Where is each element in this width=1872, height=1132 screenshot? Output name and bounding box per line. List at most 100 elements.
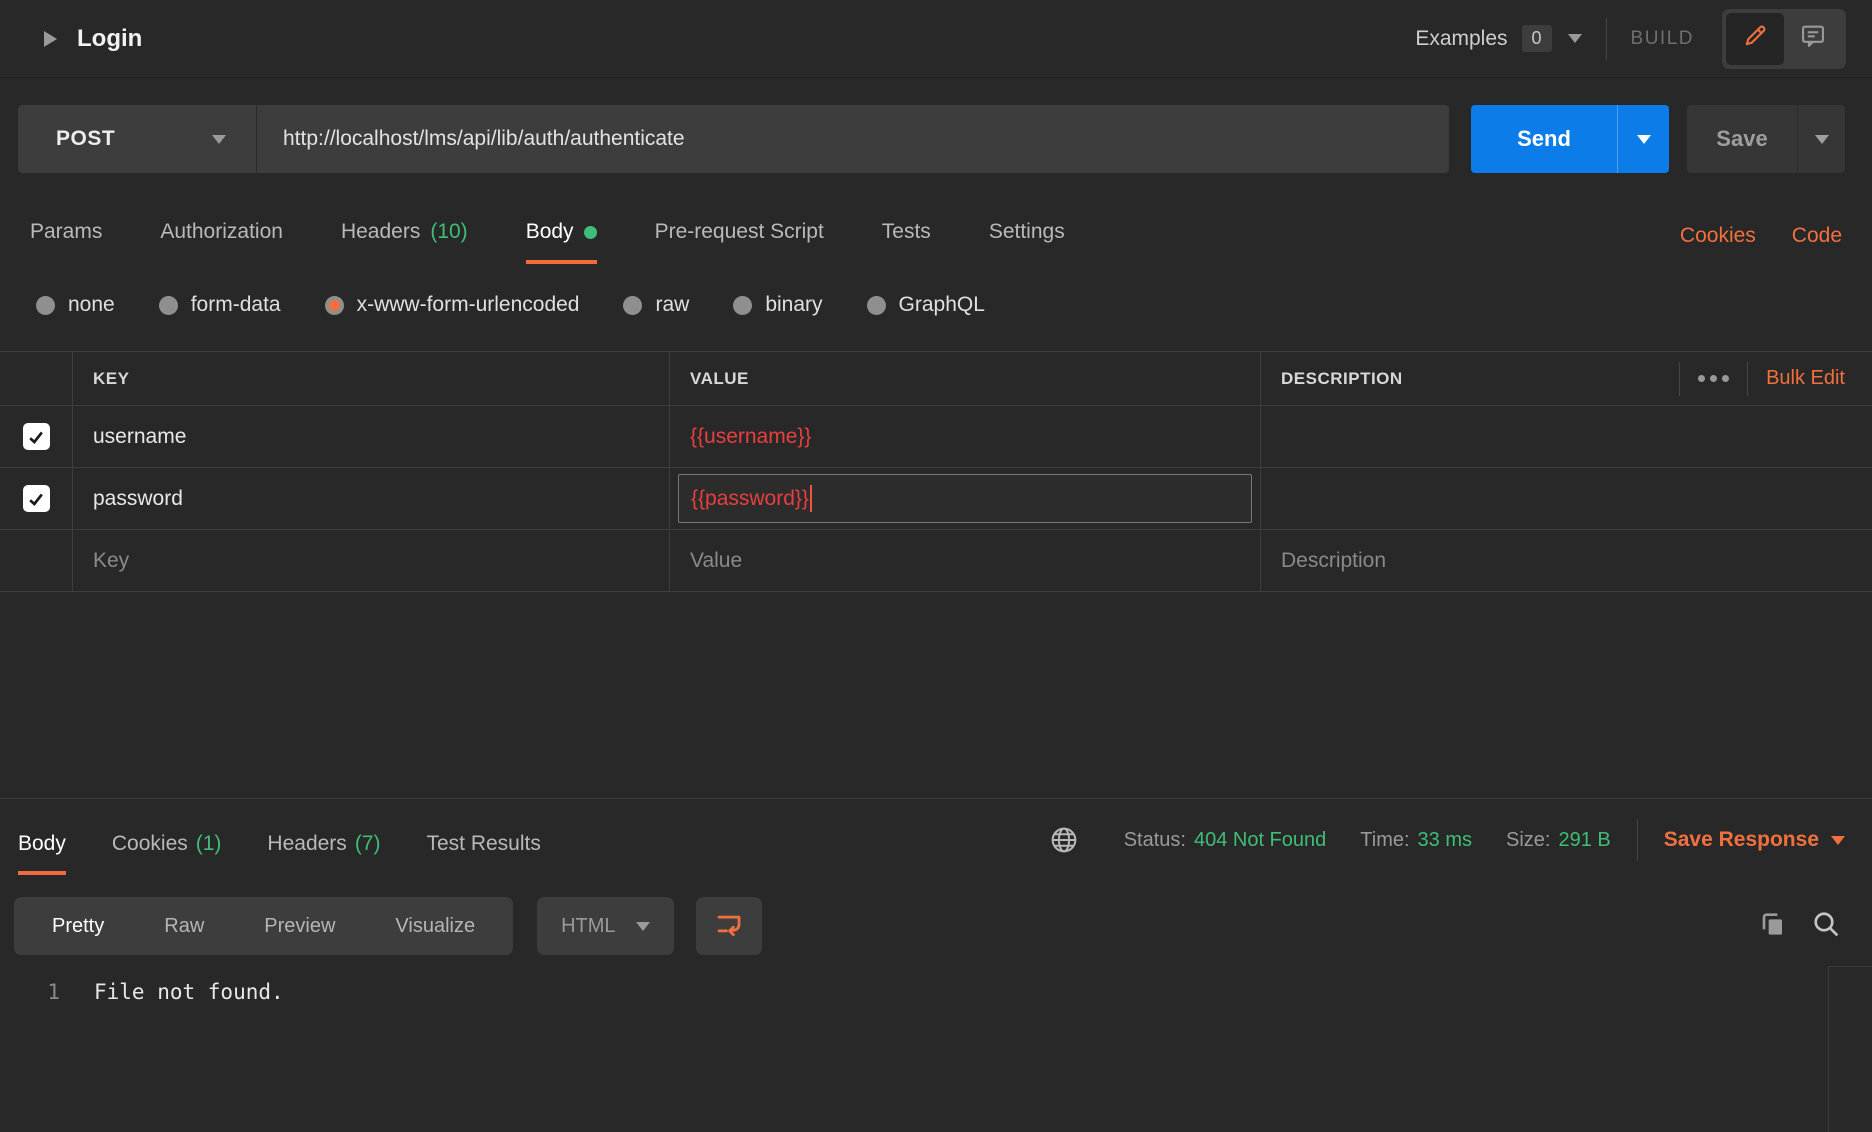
radio-selected-icon bbox=[325, 296, 344, 315]
response-tab-test-results[interactable]: Test Results bbox=[426, 831, 540, 875]
variable-value-text: {{username}} bbox=[690, 425, 811, 449]
collapse-request-icon[interactable] bbox=[44, 31, 57, 47]
header-divider bbox=[1606, 18, 1607, 60]
response-tab-test-results-label: Test Results bbox=[426, 831, 540, 857]
method-label: POST bbox=[56, 127, 115, 151]
copy-icon bbox=[1756, 908, 1788, 945]
header-checkbox-cell bbox=[0, 352, 72, 405]
value-cell-empty[interactable]: Value bbox=[669, 530, 1260, 591]
view-tab-pretty[interactable]: Pretty bbox=[22, 915, 134, 938]
tab-pre-request-script[interactable]: Pre-request Script bbox=[655, 219, 824, 264]
column-value-header: VALUE bbox=[690, 369, 749, 389]
save-options-button[interactable] bbox=[1797, 105, 1845, 173]
mode-binary[interactable]: binary bbox=[733, 293, 822, 317]
value-cell[interactable]: {{username}} bbox=[669, 406, 1260, 467]
tab-headers[interactable]: Headers (10) bbox=[341, 219, 468, 264]
mode-graphql[interactable]: GraphQL bbox=[867, 293, 985, 317]
response-tab-headers[interactable]: Headers (7) bbox=[267, 831, 380, 875]
checkmark-icon bbox=[26, 427, 46, 447]
send-button[interactable]: Send bbox=[1471, 105, 1617, 173]
tab-tests[interactable]: Tests bbox=[882, 219, 931, 264]
search-response-button[interactable] bbox=[1810, 908, 1842, 945]
response-body-viewer[interactable]: 1 File not found. bbox=[0, 977, 1872, 1007]
text-cursor bbox=[810, 485, 812, 512]
save-response-label: Save Response bbox=[1664, 828, 1819, 852]
response-tab-cookies[interactable]: Cookies (1) bbox=[112, 831, 222, 875]
variable-value-text: {{password}} bbox=[691, 487, 809, 511]
mode-raw-label: raw bbox=[655, 293, 689, 317]
comments-button[interactable] bbox=[1784, 13, 1842, 65]
tab-headers-label: Headers bbox=[341, 219, 420, 245]
more-options-icon[interactable] bbox=[1698, 375, 1729, 382]
method-select[interactable]: POST bbox=[18, 105, 256, 173]
description-cell[interactable] bbox=[1260, 406, 1872, 467]
examples-caret-icon[interactable] bbox=[1568, 34, 1582, 43]
view-tab-visualize[interactable]: Visualize bbox=[365, 915, 505, 938]
save-button[interactable]: Save bbox=[1687, 105, 1797, 173]
url-input[interactable]: http://localhost/lms/api/lib/auth/authen… bbox=[256, 105, 1449, 173]
mode-raw[interactable]: raw bbox=[623, 293, 689, 317]
bulk-edit-link[interactable]: Bulk Edit bbox=[1766, 367, 1845, 390]
row-checkbox[interactable] bbox=[23, 485, 50, 512]
key-text: username bbox=[93, 425, 186, 449]
status-value: 404 Not Found bbox=[1194, 829, 1326, 852]
request-tabs: Params Authorization Headers (10) Body P… bbox=[0, 219, 1872, 264]
column-key-header: KEY bbox=[93, 369, 129, 389]
description-cell-empty[interactable]: Description bbox=[1260, 530, 1872, 591]
mode-x-www-form-urlencoded[interactable]: x-www-form-urlencoded bbox=[325, 293, 580, 317]
tab-tests-label: Tests bbox=[882, 219, 931, 245]
cookies-link[interactable]: Cookies bbox=[1680, 223, 1756, 264]
key-cell[interactable]: username bbox=[72, 406, 669, 467]
tab-params[interactable]: Params bbox=[30, 219, 102, 264]
copy-response-button[interactable] bbox=[1756, 908, 1788, 945]
request-title: Login bbox=[77, 25, 142, 53]
network-globe-icon[interactable] bbox=[1048, 824, 1080, 856]
search-icon bbox=[1810, 908, 1842, 945]
scrollbar-gutter[interactable] bbox=[1828, 966, 1872, 1132]
response-tab-headers-count: (7) bbox=[355, 831, 381, 857]
wrap-lines-button[interactable] bbox=[696, 897, 762, 955]
key-cell[interactable]: password bbox=[72, 468, 669, 529]
radio-icon bbox=[623, 296, 642, 315]
method-caret-icon bbox=[212, 135, 226, 144]
value-input-focused[interactable]: {{password}} bbox=[678, 474, 1252, 523]
response-tab-body-label: Body bbox=[18, 831, 66, 857]
code-link[interactable]: Code bbox=[1792, 223, 1842, 264]
save-response-button[interactable]: Save Response bbox=[1664, 828, 1845, 852]
response-panel: Body Cookies (1) Headers (7) Test Result… bbox=[0, 798, 1872, 1007]
response-tab-body[interactable]: Body bbox=[18, 831, 66, 875]
edit-mode-button[interactable] bbox=[1726, 13, 1784, 65]
response-tab-cookies-count: (1) bbox=[196, 831, 222, 857]
response-language-select[interactable]: HTML bbox=[537, 897, 673, 955]
send-caret-icon bbox=[1637, 135, 1651, 144]
controls-divider bbox=[1747, 362, 1748, 396]
table-placeholder-row: Key Value Description bbox=[0, 530, 1872, 592]
tab-body-label: Body bbox=[526, 219, 574, 245]
response-tab-cookies-label: Cookies bbox=[112, 831, 188, 857]
tab-settings-label: Settings bbox=[989, 219, 1065, 245]
view-tab-raw[interactable]: Raw bbox=[134, 915, 234, 938]
tab-authorization[interactable]: Authorization bbox=[160, 219, 283, 264]
table-controls: Bulk Edit bbox=[1679, 362, 1845, 396]
response-view-tabs: Pretty Raw Preview Visualize bbox=[14, 897, 513, 955]
mode-form-data[interactable]: form-data bbox=[159, 293, 281, 317]
description-cell[interactable] bbox=[1260, 468, 1872, 529]
pencil-icon bbox=[1741, 22, 1769, 55]
mode-none[interactable]: none bbox=[36, 293, 115, 317]
mode-form-data-label: form-data bbox=[191, 293, 281, 317]
examples-dropdown-label[interactable]: Examples bbox=[1415, 27, 1507, 51]
time-group: Time: 33 ms bbox=[1360, 829, 1472, 852]
header-bar: Login Examples 0 BUILD bbox=[0, 0, 1872, 78]
row-checkbox[interactable] bbox=[23, 423, 50, 450]
tab-body[interactable]: Body bbox=[526, 219, 597, 264]
tab-settings[interactable]: Settings bbox=[989, 219, 1065, 264]
description-placeholder: Description bbox=[1281, 549, 1386, 573]
view-tab-preview[interactable]: Preview bbox=[234, 915, 365, 938]
send-options-button[interactable] bbox=[1617, 105, 1669, 173]
time-value: 33 ms bbox=[1418, 829, 1472, 852]
time-label: Time: bbox=[1360, 829, 1409, 852]
tab-headers-count: (10) bbox=[430, 219, 467, 245]
key-cell-empty[interactable]: Key bbox=[72, 530, 669, 591]
tab-pre-request-script-label: Pre-request Script bbox=[655, 219, 824, 245]
controls-divider bbox=[1679, 362, 1680, 396]
